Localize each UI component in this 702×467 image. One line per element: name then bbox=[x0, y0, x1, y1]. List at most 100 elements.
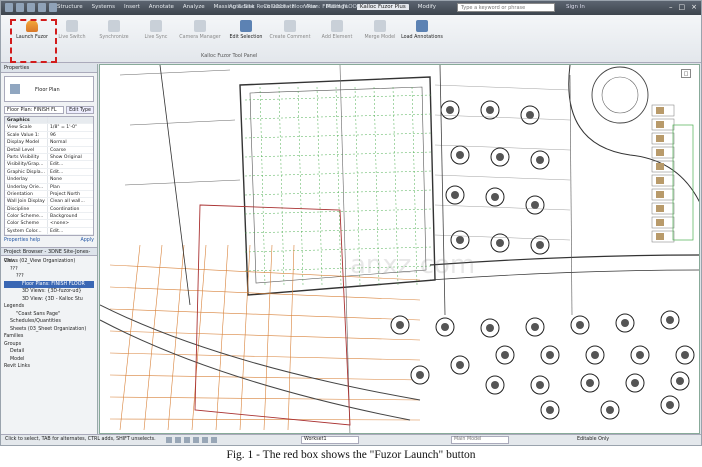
property-value[interactable]: Background bbox=[48, 213, 93, 219]
grid-line bbox=[244, 151, 433, 158]
property-value[interactable]: Project North bbox=[48, 191, 93, 197]
workset-dropdown[interactable]: Workset1 bbox=[301, 436, 359, 444]
property-value[interactable]: Normal bbox=[48, 139, 93, 145]
browser-item-label: 3D View: {3D - Kalloc Stu bbox=[22, 296, 83, 302]
ribbon-tab[interactable]: Analyze bbox=[183, 4, 205, 10]
browser-item[interactable]: Legends bbox=[4, 303, 94, 311]
property-row[interactable]: Graphics bbox=[5, 117, 93, 125]
browser-item[interactable]: Schedules/Quantities bbox=[4, 318, 94, 326]
property-row[interactable]: Visibility/Grap... Edit... bbox=[5, 161, 93, 169]
main-model-dropdown[interactable]: Main Model bbox=[451, 436, 509, 444]
maximize-icon[interactable]: □ bbox=[679, 3, 686, 11]
ribbon-button[interactable]: Create Comment bbox=[269, 18, 311, 50]
minimize-icon[interactable]: – bbox=[669, 3, 673, 11]
redo-icon[interactable] bbox=[38, 3, 46, 12]
ribbon-button[interactable]: Edit Selection bbox=[225, 18, 267, 50]
drawing-canvas[interactable]: □ anxz.com bbox=[99, 64, 700, 434]
browser-item[interactable]: Sheets (03_Sheet Organization) bbox=[4, 326, 94, 334]
browser-item[interactable]: Revit Links bbox=[4, 363, 94, 371]
undo-icon[interactable] bbox=[27, 3, 35, 12]
ribbon-tab[interactable]: Systems bbox=[92, 4, 115, 10]
browser-item[interactable]: 3D View: {3D - Kalloc Stu bbox=[4, 296, 94, 304]
browser-item[interactable]: Floor Plans: FINISH FLOOR bbox=[4, 280, 94, 289]
crop-icon[interactable] bbox=[211, 437, 217, 443]
search-input[interactable]: Type a keyword or phrase bbox=[457, 3, 555, 12]
sign-in-link[interactable]: Sign In bbox=[566, 4, 585, 10]
site-line bbox=[434, 204, 571, 211]
browser-item[interactable]: "Coast Sans Page" bbox=[4, 311, 94, 319]
property-row[interactable]: Underlay Orie... Plan bbox=[5, 183, 93, 191]
open-icon[interactable] bbox=[5, 3, 13, 12]
property-value[interactable]: Edit... bbox=[48, 161, 93, 167]
property-value[interactable]: <none> bbox=[48, 220, 93, 226]
browser-item[interactable]: ??? bbox=[4, 273, 94, 281]
property-name: View Scale bbox=[5, 124, 48, 131]
property-value[interactable]: Coarse bbox=[48, 147, 93, 153]
property-row[interactable]: Color Scheme... Background bbox=[5, 213, 93, 221]
property-row[interactable]: Color Scheme <none> bbox=[5, 220, 93, 228]
ribbon-button[interactable]: Load Annotations bbox=[401, 18, 443, 50]
type-selector[interactable]: Floor Plan bbox=[4, 76, 94, 102]
ribbon-button[interactable]: Live Switch bbox=[51, 18, 93, 50]
ribbon-tab[interactable]: Modify bbox=[418, 4, 436, 10]
view-control-bar[interactable] bbox=[166, 437, 217, 443]
property-row[interactable]: Graphic Displa... Edit... bbox=[5, 168, 93, 177]
apply-button[interactable]: Apply bbox=[80, 238, 94, 243]
ribbon-tab[interactable]: Annotate bbox=[149, 4, 174, 10]
browser-item[interactable]: Groups bbox=[4, 341, 94, 349]
property-value[interactable]: Clean all wall... bbox=[48, 198, 93, 204]
ribbon-tab[interactable]: Insert bbox=[124, 4, 140, 10]
view-cube-icon[interactable]: □ bbox=[681, 69, 691, 78]
ribbon-button[interactable]: Merge Model bbox=[359, 18, 401, 50]
browser-item[interactable]: 3D Views: {3D-fuzor-ud} bbox=[4, 288, 94, 296]
road-edge bbox=[100, 304, 421, 401]
detail-level-icon[interactable] bbox=[175, 437, 181, 443]
editable-only-toggle[interactable]: Editable Only bbox=[577, 435, 609, 445]
property-value[interactable]: Show Original bbox=[48, 154, 93, 160]
ribbon-button[interactable]: Synchronize bbox=[93, 18, 135, 50]
property-row[interactable]: View Scale 1/8" = 1'-0" bbox=[5, 124, 93, 132]
property-row[interactable]: Display Model Normal bbox=[5, 139, 93, 147]
shadows-icon[interactable] bbox=[202, 437, 208, 443]
sun-path-icon[interactable] bbox=[193, 437, 199, 443]
browser-item[interactable]: Views (02_View Organization) bbox=[4, 258, 94, 266]
save-icon[interactable] bbox=[16, 3, 24, 12]
property-row[interactable]: Scale Value 1: 96 bbox=[5, 131, 93, 140]
ribbon-button[interactable]: Camera Manager bbox=[179, 18, 221, 50]
tree-core bbox=[486, 106, 494, 114]
property-value[interactable]: 1/8" = 1'-0" bbox=[48, 124, 93, 130]
property-row[interactable]: Wall Join Display Clean all wall... bbox=[5, 198, 93, 206]
car-symbol bbox=[656, 121, 664, 128]
property-value[interactable]: Edit... bbox=[48, 169, 93, 175]
properties-help-link[interactable]: Properties help bbox=[4, 238, 40, 243]
property-row[interactable]: System Color... Edit... bbox=[5, 227, 93, 236]
quick-access-toolbar[interactable] bbox=[5, 3, 57, 12]
property-value[interactable]: Edit... bbox=[48, 228, 93, 234]
browser-item[interactable]: ??? bbox=[4, 266, 94, 274]
property-row[interactable]: Detail Level Coarse bbox=[5, 146, 93, 154]
browser-item[interactable]: Detail bbox=[4, 348, 94, 356]
figure-caption: Fig. 1 - The red box shows the "Fuzor La… bbox=[226, 449, 476, 461]
property-value[interactable]: 96 bbox=[48, 132, 93, 138]
property-row[interactable]: Orientation Project North bbox=[5, 190, 93, 199]
browser-item[interactable]: Families bbox=[4, 333, 94, 341]
ribbon-tab[interactable]: Structure bbox=[57, 4, 83, 10]
ribbon-button[interactable]: Live Sync bbox=[135, 18, 177, 50]
ribbon-button[interactable]: Add Element bbox=[316, 18, 358, 50]
tree-core bbox=[496, 239, 504, 247]
scale-icon[interactable] bbox=[166, 437, 172, 443]
property-value[interactable]: Coordination bbox=[48, 206, 93, 212]
property-value[interactable]: None bbox=[48, 176, 93, 182]
property-row[interactable]: Underlay None bbox=[5, 176, 93, 184]
print-icon[interactable] bbox=[49, 3, 57, 12]
visual-style-icon[interactable] bbox=[184, 437, 190, 443]
property-value[interactable] bbox=[48, 117, 93, 123]
instance-dropdown[interactable]: Floor Plan: FINISH FL bbox=[4, 105, 65, 114]
browser-item[interactable]: Model bbox=[4, 356, 94, 364]
edit-type-button[interactable]: Edit Type bbox=[66, 105, 94, 114]
ribbon-tab[interactable]: Kalloc Fuzor Plus bbox=[356, 4, 409, 10]
property-value[interactable]: Plan bbox=[48, 184, 93, 190]
property-row[interactable]: Discipline Coordination bbox=[5, 205, 93, 214]
property-row[interactable]: Parts Visibility Show Original bbox=[5, 153, 93, 162]
close-icon[interactable]: × bbox=[691, 3, 697, 11]
